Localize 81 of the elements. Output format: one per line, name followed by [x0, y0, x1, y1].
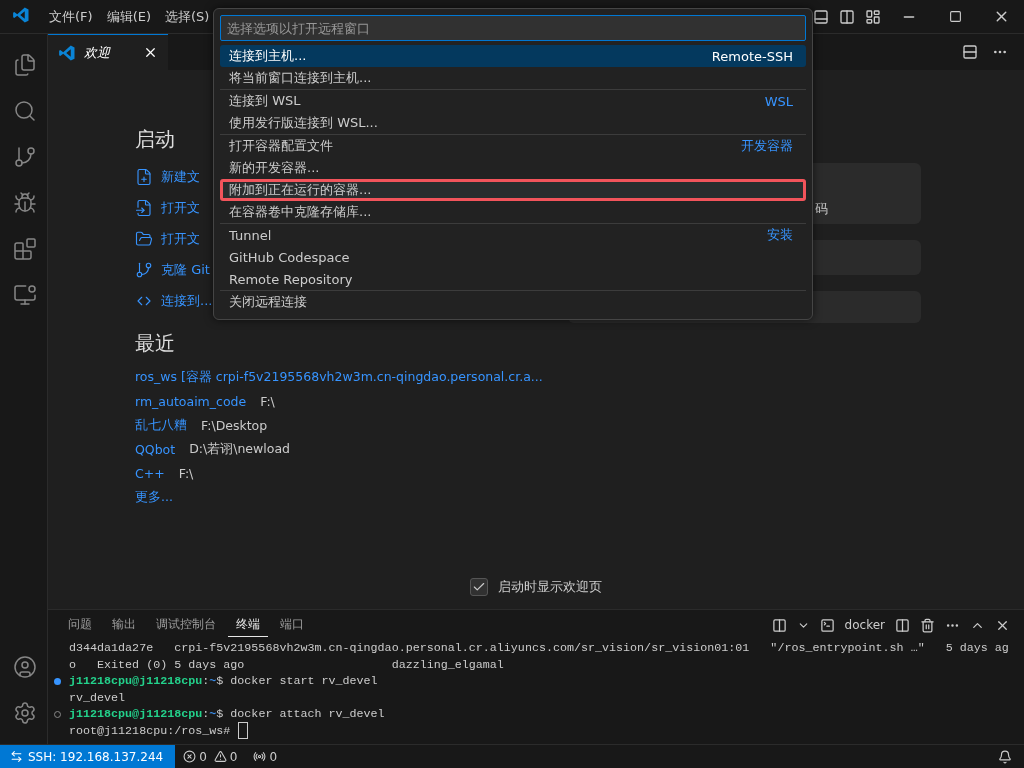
recent-link[interactable]: ros_ws [容器 crpi-f5v2195568vh2w3m.cn-qingdao.personal.cr.a...	[135, 368, 543, 386]
start-link[interactable]: 连接到...	[135, 285, 213, 316]
quick-pick-item[interactable]: GitHub Codespace	[220, 246, 806, 268]
remote-indicator[interactable]: SSH: 192.168.137.244	[0, 745, 176, 768]
quick-pick-item[interactable]: 打开容器配置文件 开发容器	[220, 135, 806, 157]
start-link[interactable]: 打开文	[135, 192, 200, 223]
new-file-icon	[135, 167, 153, 186]
panel-tab[interactable]: 调试控制台	[148, 613, 224, 637]
quick-pick-item[interactable]: Remote Repository	[220, 268, 806, 290]
item-detail: 开发容器	[741, 137, 793, 155]
prompt-user: j11218cpu@j11218cpu	[69, 706, 203, 723]
search-field[interactable]: 选择选项以打开远程窗口	[220, 15, 806, 41]
quick-pick-item[interactable]: Tunnel 安装	[220, 224, 806, 246]
panel-tab[interactable]: 输出	[104, 613, 144, 637]
menu-item[interactable]: 文件(F)	[42, 7, 100, 26]
recent-path: F:\Desktop	[201, 417, 268, 433]
recent-link[interactable]: 乱七八糟	[135, 416, 187, 434]
toggle-sidebar-icon[interactable]	[839, 8, 855, 25]
checkbox-label: 启动时显示欢迎页	[498, 578, 602, 596]
layout-icon[interactable]	[865, 8, 881, 25]
check-icon	[472, 580, 486, 594]
clone-icon	[135, 260, 153, 279]
quick-pick-item[interactable]: 连接到主机... Remote-SSH	[220, 45, 806, 67]
start-link[interactable]: 打开文	[135, 223, 200, 254]
open-folder-icon	[135, 229, 153, 248]
quick-pick-item[interactable]: 使用发行版连接到 WSL...	[220, 112, 806, 134]
ports-indicator[interactable]: 0	[245, 749, 286, 764]
terminal-output: rv_devel	[69, 689, 126, 706]
open-file-icon	[135, 198, 153, 217]
panel-tab[interactable]: 问题	[60, 613, 100, 637]
prompt-path: ~	[209, 673, 217, 690]
terminal-output: o Exited (0) 5 days ago dazzling_elgamal	[69, 656, 504, 673]
quick-pick-item[interactable]: 附加到正在运行的容器...	[220, 179, 806, 201]
menu-item[interactable]: 编辑(E)	[99, 7, 158, 26]
cursor-icon	[238, 722, 249, 739]
editor-tab[interactable]: 欢迎	[48, 34, 168, 70]
recent-link[interactable]: rm_autoaim_code	[135, 393, 247, 409]
new-terminal-split-icon[interactable]	[771, 617, 787, 633]
command-decoration-icon[interactable]	[54, 677, 61, 685]
checkbox[interactable]	[470, 578, 488, 596]
quick-pick-item[interactable]: 在容器卷中克隆存储库...	[220, 201, 806, 223]
item-detail: WSL	[764, 93, 793, 109]
vscode-logo-icon	[58, 43, 76, 62]
recent-path: F:\	[260, 393, 275, 409]
terminal-command: $ docker attach rv_devel	[216, 706, 385, 723]
split-editor-icon[interactable]	[962, 44, 978, 60]
menu-item[interactable]: 选择(S)	[158, 7, 217, 26]
maximize-icon[interactable]	[948, 10, 962, 23]
recent-link[interactable]: C++	[135, 465, 165, 481]
prompt-separator: :	[202, 673, 210, 690]
recent-path: D:\若诩\newload	[189, 440, 290, 458]
terminal-command: $ docker start rv_devel	[216, 673, 378, 690]
terminal-name[interactable]: docker	[844, 618, 885, 632]
close-icon[interactable]	[143, 45, 158, 60]
prompt-path: ~	[209, 706, 217, 723]
panel-tab[interactable]: 终端	[228, 613, 268, 637]
quick-pick-item[interactable]: 新的开发容器...	[220, 157, 806, 179]
toggle-panel-icon[interactable]	[813, 8, 829, 25]
terminal-output: d344da1da27e crpi-f5v2195568vh2w3m.cn-qingdao.personal.cr.aliyuncs.com/sr_vision/sr_vision01:01 "/ros_entrypoint.sh …" 5 days ag	[69, 640, 1009, 657]
prompt-user: j11218cpu@j11218cpu	[69, 673, 203, 690]
item-detail: 安装	[767, 226, 793, 244]
panel-tab[interactable]: 端口	[272, 613, 312, 637]
section-heading: 启动	[135, 126, 175, 153]
item-detail: Remote-SSH	[711, 48, 793, 64]
start-link[interactable]: 新建文	[135, 161, 200, 192]
start-link[interactable]: 克隆 Git	[135, 254, 210, 285]
terminal-icon	[819, 617, 835, 633]
vscode-logo-icon	[12, 6, 30, 24]
terminal-prompt: root@j11218cpu:/ros_ws#	[69, 722, 231, 739]
more-link[interactable]: 更多...	[135, 488, 173, 506]
quick-pick-item[interactable]: 关闭远程连接	[220, 291, 806, 313]
split-terminal-icon[interactable]	[895, 617, 910, 633]
section-heading: 最近	[135, 330, 175, 357]
quick-pick-item[interactable]: 将当前窗口连接到主机...	[220, 67, 806, 89]
prompt-separator: :	[202, 706, 210, 723]
trash-icon[interactable]	[920, 617, 935, 633]
recent-path: F:\	[178, 465, 194, 481]
quick-pick-item[interactable]: 连接到 WSL WSL	[220, 90, 806, 112]
recent-link[interactable]: QQbot	[135, 441, 176, 457]
notifications-icon[interactable]	[998, 749, 1012, 764]
problems-indicator[interactable]: 0 0	[175, 749, 246, 764]
